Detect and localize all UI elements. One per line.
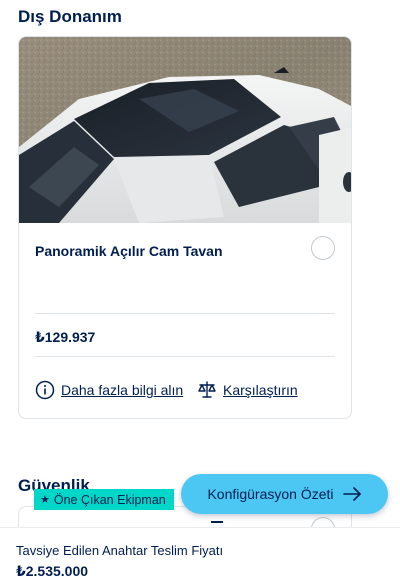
- summary-button-label: Konfigürasyon Özeti: [207, 486, 334, 502]
- recommended-price-label: Tavsiye Edilen Anahtar Teslim Fiyatı: [16, 543, 224, 558]
- recommended-price-value: ₺2.535.000: [16, 563, 89, 579]
- price-footer: Tavsiye Edilen Anahtar Teslim Fiyatı ₺2.…: [0, 527, 400, 584]
- more-info-label: Daha fazla bilgi alın: [61, 382, 184, 398]
- arrow-right-icon: [342, 484, 362, 504]
- option-card[interactable]: Panoramik Açılır Cam Tavan ₺129.937 Daha…: [18, 36, 352, 419]
- compare-label: Karşılaştırın: [223, 382, 298, 398]
- option-name-partial: [211, 521, 223, 523]
- scale-icon: [197, 380, 217, 400]
- option-select-radio[interactable]: [311, 236, 335, 260]
- option-price: ₺129.937: [35, 329, 96, 345]
- divider: [35, 313, 335, 314]
- divider: [35, 356, 335, 357]
- option-name: Panoramik Açılır Cam Tavan: [35, 243, 223, 259]
- info-icon: [35, 380, 55, 400]
- badge-label: Öne Çıkan Ekipman: [53, 492, 166, 507]
- car-sunroof-image: [19, 37, 351, 223]
- featured-equipment-badge: ★ Öne Çıkan Ekipman: [34, 489, 174, 510]
- compare-link[interactable]: Karşılaştırın: [197, 380, 298, 400]
- configuration-summary-button[interactable]: Konfigürasyon Özeti: [181, 474, 388, 514]
- star-icon: ★: [40, 494, 50, 506]
- section-title-exterior: Dış Donanım: [18, 7, 122, 26]
- more-info-link[interactable]: Daha fazla bilgi alın: [35, 380, 183, 400]
